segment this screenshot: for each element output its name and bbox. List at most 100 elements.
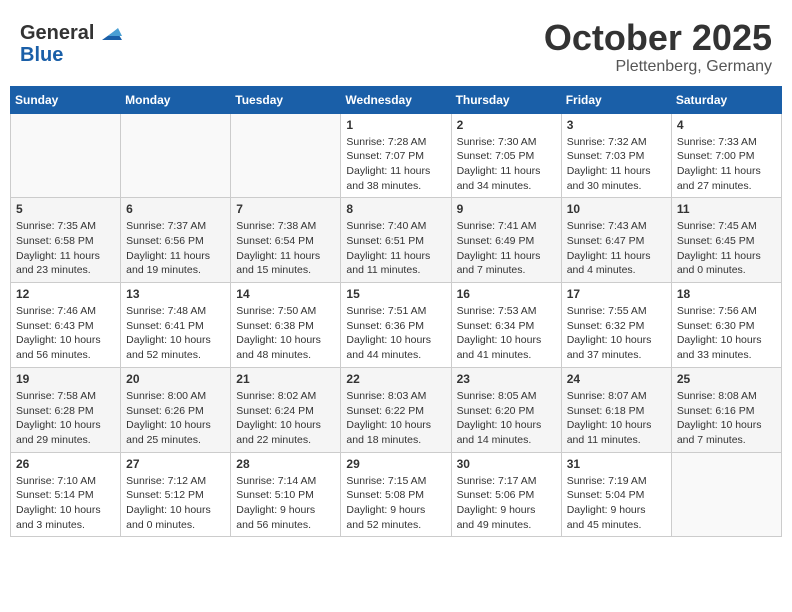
day-info: Sunrise: 7:58 AM Sunset: 6:28 PM Dayligh…: [16, 389, 115, 448]
day-number: 13: [126, 287, 225, 301]
location: Plettenberg, Germany: [544, 58, 772, 76]
calendar-cell: [121, 113, 231, 198]
calendar-cell: 27Sunrise: 7:12 AM Sunset: 5:12 PM Dayli…: [121, 452, 231, 537]
header-saturday: Saturday: [671, 86, 781, 113]
day-info: Sunrise: 7:55 AM Sunset: 6:32 PM Dayligh…: [567, 304, 666, 363]
day-info: Sunrise: 8:05 AM Sunset: 6:20 PM Dayligh…: [457, 389, 556, 448]
day-number: 14: [236, 287, 335, 301]
calendar-week-4: 19Sunrise: 7:58 AM Sunset: 6:28 PM Dayli…: [11, 367, 782, 452]
day-info: Sunrise: 8:03 AM Sunset: 6:22 PM Dayligh…: [346, 389, 445, 448]
calendar-cell: [671, 452, 781, 537]
calendar-cell: 21Sunrise: 8:02 AM Sunset: 6:24 PM Dayli…: [231, 367, 341, 452]
day-number: 24: [567, 372, 666, 386]
day-number: 4: [677, 118, 776, 132]
header-wednesday: Wednesday: [341, 86, 451, 113]
day-info: Sunrise: 7:17 AM Sunset: 5:06 PM Dayligh…: [457, 474, 556, 533]
day-number: 21: [236, 372, 335, 386]
calendar-body: 1 Sunrise: 7:28 AM Sunset: 7:07 PM Daylig…: [11, 113, 782, 537]
day-number: 20: [126, 372, 225, 386]
calendar-cell: 9 Sunrise: 7:41 AM Sunset: 6:49 PM Daylig…: [451, 198, 561, 283]
calendar-week-2: 5Sunrise: 7:35 AM Sunset: 6:58 PM Daylig…: [11, 198, 782, 283]
calendar-cell: 5Sunrise: 7:35 AM Sunset: 6:58 PM Daylig…: [11, 198, 121, 283]
calendar-cell: 28 Sunrise: 7:14 AM Sunset: 5:10 PM Dayli…: [231, 452, 341, 537]
header-thursday: Thursday: [451, 86, 561, 113]
calendar-cell: 8 Sunrise: 7:40 AM Sunset: 6:51 PM Daylig…: [341, 198, 451, 283]
logo-icon: [94, 18, 124, 48]
calendar-cell: 6Sunrise: 7:37 AM Sunset: 6:56 PM Daylig…: [121, 198, 231, 283]
calendar-cell: 3Sunrise: 7:32 AM Sunset: 7:03 PM Daylig…: [561, 113, 671, 198]
calendar-cell: 31Sunrise: 7:19 AM Sunset: 5:04 PM Dayli…: [561, 452, 671, 537]
day-info: Sunrise: 7:14 AM Sunset: 5:10 PM Dayligh…: [236, 474, 335, 533]
day-number: 27: [126, 457, 225, 471]
calendar-week-3: 12Sunrise: 7:46 AM Sunset: 6:43 PM Dayli…: [11, 283, 782, 368]
calendar-cell: [11, 113, 121, 198]
calendar-cell: 26 Sunrise: 7:10 AM Sunset: 5:14 PM Dayli…: [11, 452, 121, 537]
calendar-cell: 17 Sunrise: 7:55 AM Sunset: 6:32 PM Dayli…: [561, 283, 671, 368]
day-number: 22: [346, 372, 445, 386]
calendar-cell: 16Sunrise: 7:53 AM Sunset: 6:34 PM Dayli…: [451, 283, 561, 368]
day-number: 25: [677, 372, 776, 386]
day-info: Sunrise: 7:45 AM Sunset: 6:45 PM Dayligh…: [677, 219, 776, 278]
day-info: Sunrise: 7:48 AM Sunset: 6:41 PM Dayligh…: [126, 304, 225, 363]
day-number: 28: [236, 457, 335, 471]
day-info: Sunrise: 7:51 AM Sunset: 6:36 PM Dayligh…: [346, 304, 445, 363]
calendar-cell: 19Sunrise: 7:58 AM Sunset: 6:28 PM Dayli…: [11, 367, 121, 452]
day-info: Sunrise: 8:00 AM Sunset: 6:26 PM Dayligh…: [126, 389, 225, 448]
calendar-header-row: Sunday Monday Tuesday Wednesday Thursday…: [11, 86, 782, 113]
day-info: Sunrise: 8:08 AM Sunset: 6:16 PM Dayligh…: [677, 389, 776, 448]
day-info: Sunrise: 7:10 AM Sunset: 5:14 PM Dayligh…: [16, 474, 115, 533]
day-info: Sunrise: 7:40 AM Sunset: 6:51 PM Dayligh…: [346, 219, 445, 278]
calendar-cell: 22 Sunrise: 8:03 AM Sunset: 6:22 PM Dayli…: [341, 367, 451, 452]
day-info: Sunrise: 7:28 AM Sunset: 7:07 PM Dayligh…: [346, 135, 445, 194]
day-info: Sunrise: 7:15 AM Sunset: 5:08 PM Dayligh…: [346, 474, 445, 533]
calendar-cell: 11 Sunrise: 7:45 AM Sunset: 6:45 PM Dayli…: [671, 198, 781, 283]
day-number: 5: [16, 202, 115, 216]
day-number: 16: [457, 287, 556, 301]
day-number: 30: [457, 457, 556, 471]
calendar-cell: 30 Sunrise: 7:17 AM Sunset: 5:06 PM Dayli…: [451, 452, 561, 537]
header-sunday: Sunday: [11, 86, 121, 113]
header-friday: Friday: [561, 86, 671, 113]
day-info: Sunrise: 7:38 AM Sunset: 6:54 PM Dayligh…: [236, 219, 335, 278]
calendar-cell: 12Sunrise: 7:46 AM Sunset: 6:43 PM Dayli…: [11, 283, 121, 368]
day-info: Sunrise: 7:30 AM Sunset: 7:05 PM Dayligh…: [457, 135, 556, 194]
calendar-week-1: 1 Sunrise: 7:28 AM Sunset: 7:07 PM Daylig…: [11, 113, 782, 198]
day-info: Sunrise: 7:46 AM Sunset: 6:43 PM Dayligh…: [16, 304, 115, 363]
calendar-cell: 7 Sunrise: 7:38 AM Sunset: 6:54 PM Daylig…: [231, 198, 341, 283]
day-number: 15: [346, 287, 445, 301]
day-info: Sunrise: 7:56 AM Sunset: 6:30 PM Dayligh…: [677, 304, 776, 363]
day-number: 6: [126, 202, 225, 216]
calendar-cell: 18Sunrise: 7:56 AM Sunset: 6:30 PM Dayli…: [671, 283, 781, 368]
day-info: Sunrise: 7:33 AM Sunset: 7:00 PM Dayligh…: [677, 135, 776, 194]
day-info: Sunrise: 8:07 AM Sunset: 6:18 PM Dayligh…: [567, 389, 666, 448]
calendar-cell: 4 Sunrise: 7:33 AM Sunset: 7:00 PM Daylig…: [671, 113, 781, 198]
day-info: Sunrise: 7:41 AM Sunset: 6:49 PM Dayligh…: [457, 219, 556, 278]
day-number: 9: [457, 202, 556, 216]
calendar-cell: 25 Sunrise: 8:08 AM Sunset: 6:16 PM Dayli…: [671, 367, 781, 452]
day-number: 10: [567, 202, 666, 216]
day-info: Sunrise: 7:43 AM Sunset: 6:47 PM Dayligh…: [567, 219, 666, 278]
calendar-cell: 10 Sunrise: 7:43 AM Sunset: 6:47 PM Dayli…: [561, 198, 671, 283]
logo: General Blue: [20, 18, 124, 67]
day-number: 7: [236, 202, 335, 216]
day-number: 29: [346, 457, 445, 471]
day-number: 31: [567, 457, 666, 471]
calendar-cell: 29 Sunrise: 7:15 AM Sunset: 5:08 PM Dayli…: [341, 452, 451, 537]
day-number: 26: [16, 457, 115, 471]
day-number: 8: [346, 202, 445, 216]
calendar-cell: 1 Sunrise: 7:28 AM Sunset: 7:07 PM Daylig…: [341, 113, 451, 198]
header-monday: Monday: [121, 86, 231, 113]
title-section: October 2025 Plettenberg, Germany: [544, 18, 772, 76]
day-number: 11: [677, 202, 776, 216]
header: General Blue October 2025 Plettenberg, G…: [10, 10, 782, 82]
day-number: 1: [346, 118, 445, 132]
day-number: 23: [457, 372, 556, 386]
day-number: 17: [567, 287, 666, 301]
calendar-cell: 20 Sunrise: 8:00 AM Sunset: 6:26 PM Dayli…: [121, 367, 231, 452]
calendar-cell: 2 Sunrise: 7:30 AM Sunset: 7:05 PM Daylig…: [451, 113, 561, 198]
calendar-week-5: 26 Sunrise: 7:10 AM Sunset: 5:14 PM Dayli…: [11, 452, 782, 537]
calendar: Sunday Monday Tuesday Wednesday Thursday…: [10, 86, 782, 538]
logo-general: General: [20, 22, 94, 45]
calendar-cell: 23 Sunrise: 8:05 AM Sunset: 6:20 PM Dayli…: [451, 367, 561, 452]
day-number: 2: [457, 118, 556, 132]
